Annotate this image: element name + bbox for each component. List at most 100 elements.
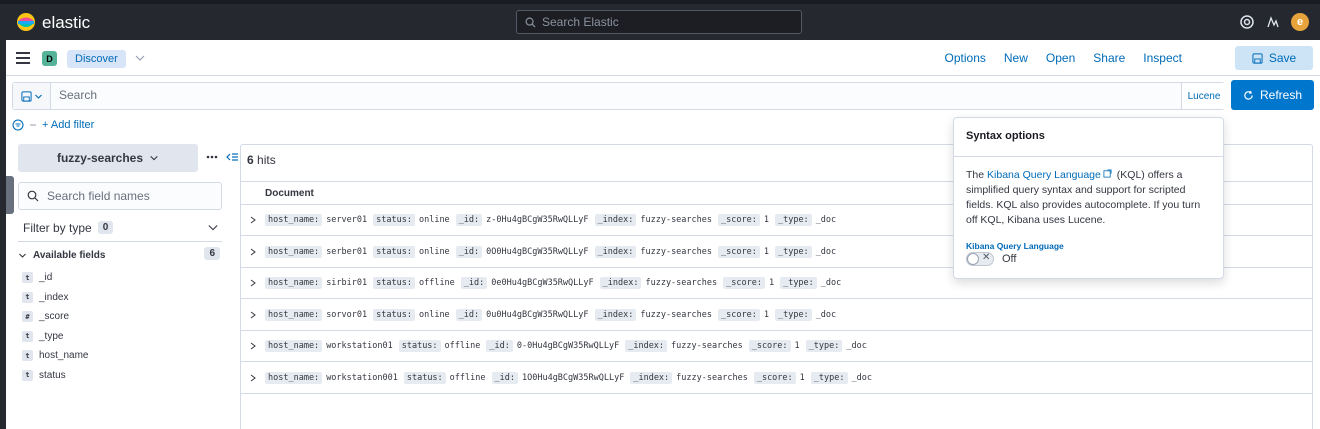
field-key: _id: xyxy=(455,308,483,321)
field-key: host_name: xyxy=(265,340,323,352)
saved-query-button[interactable] xyxy=(13,83,51,109)
expand-row-button[interactable] xyxy=(241,311,265,319)
hits-counter: 6 hits xyxy=(247,153,276,167)
field-key: _type: xyxy=(805,340,843,352)
more-options-icon[interactable] xyxy=(206,154,218,160)
field-key: status: xyxy=(373,245,415,258)
nav-inspect[interactable]: Inspect xyxy=(1143,51,1182,65)
query-input[interactable] xyxy=(59,88,1159,102)
field-key: _id: xyxy=(486,340,513,352)
kql-toggle-label: Kibana Query Language xyxy=(966,241,1064,251)
column-header-document: Document xyxy=(265,188,314,199)
field-value: offline xyxy=(444,341,481,351)
field-item[interactable]: # _score xyxy=(22,307,222,327)
add-filter-button[interactable]: + Add filter xyxy=(42,119,94,131)
global-search[interactable] xyxy=(516,10,802,34)
document-fields: host_name: workstation01 status: offline _id… xyxy=(265,340,873,352)
kql-toggle-state: Off xyxy=(1002,253,1017,265)
chevron-down-icon xyxy=(34,94,42,99)
help-icon[interactable] xyxy=(1239,14,1255,30)
field-item[interactable]: t _index xyxy=(22,288,222,308)
field-search-input[interactable] xyxy=(47,189,207,203)
field-item[interactable]: t _type xyxy=(22,327,222,347)
field-item[interactable]: t status xyxy=(22,366,222,386)
field-key: _index: xyxy=(594,245,637,258)
string-type-icon: t xyxy=(22,272,33,284)
expand-row-button[interactable] xyxy=(241,342,265,350)
filter-by-type-button[interactable]: Filter by type 0 xyxy=(18,214,222,242)
field-item[interactable]: t host_name xyxy=(22,346,222,366)
external-link-icon[interactable] xyxy=(1103,169,1112,178)
field-list: t _id t _index # _score t _type t host_name t… xyxy=(22,268,222,385)
field-value: 1 xyxy=(799,372,805,383)
expand-row-button[interactable] xyxy=(241,279,265,287)
global-search-input[interactable] xyxy=(542,15,782,29)
query-language-button[interactable]: Lucene xyxy=(1181,83,1226,109)
available-fields-toggle[interactable]: Available fields 6 xyxy=(18,247,222,263)
string-type-icon: t xyxy=(22,369,33,381)
string-type-icon: t xyxy=(22,330,33,342)
chevron-right-icon xyxy=(250,311,256,318)
space-avatar[interactable]: D xyxy=(42,51,57,66)
expand-row-button[interactable] xyxy=(241,248,265,256)
syntax-options-popover: Syntax options The Kibana Query Language… xyxy=(953,117,1224,279)
field-value: _doc xyxy=(815,309,837,320)
field-value: fuzzy-searches xyxy=(671,341,743,351)
field-name: status xyxy=(39,369,66,381)
chevron-right-icon xyxy=(250,248,256,255)
hits-label: hits xyxy=(257,153,276,167)
elastic-logo-icon[interactable] xyxy=(16,12,36,32)
field-search[interactable] xyxy=(18,182,222,210)
field-value: workstation001 xyxy=(326,372,398,383)
nav-share[interactable]: Share xyxy=(1093,51,1125,65)
number-type-icon: # xyxy=(22,311,33,323)
index-pattern-selector[interactable]: fuzzy-searches xyxy=(18,144,198,172)
newsfeed-icon[interactable] xyxy=(1265,14,1281,30)
save-icon xyxy=(1252,52,1263,64)
field-key: host_name: xyxy=(265,277,323,289)
collapse-sidebar-icon[interactable] xyxy=(226,152,238,162)
document-fields: host_name: workstation001 status: offline _i… xyxy=(265,371,878,384)
filter-options-icon[interactable] xyxy=(12,119,24,131)
field-name: _score xyxy=(39,311,70,323)
menu-toggle-icon[interactable] xyxy=(16,52,30,64)
table-row[interactable]: host_name: sorvor01 status: online _id: 0u0Hu… xyxy=(241,300,1312,331)
field-value: fuzzy-searches xyxy=(640,246,713,257)
expand-row-button[interactable] xyxy=(241,216,265,224)
kql-docs-link[interactable]: Kibana Query Language xyxy=(987,169,1101,181)
separator-icon xyxy=(30,124,36,126)
popover-body-pre: The xyxy=(966,169,988,181)
chevron-down-icon[interactable] xyxy=(134,52,146,64)
brand-name[interactable]: elastic xyxy=(42,13,90,33)
field-key: _id: xyxy=(455,245,483,258)
field-key: _id: xyxy=(455,214,483,226)
chevron-right-icon xyxy=(250,216,256,224)
sidebar-resize-handle[interactable] xyxy=(6,176,14,214)
field-name: _index xyxy=(39,291,69,303)
nav-open[interactable]: Open xyxy=(1046,51,1075,65)
field-key: _type: xyxy=(810,371,848,384)
refresh-button[interactable]: Refresh xyxy=(1231,80,1314,110)
table-row[interactable]: host_name: workstation001 status: offline _i… xyxy=(241,363,1312,394)
nav-options[interactable]: Options xyxy=(945,51,986,65)
field-key: _score: xyxy=(718,214,760,226)
table-row[interactable]: host_name: workstation01 status: offline _id… xyxy=(241,331,1312,362)
nav-new[interactable]: New xyxy=(1004,51,1028,65)
save-button[interactable]: Save xyxy=(1235,46,1313,70)
kibana-app: elastic e D Discover Options New Open Sh… xyxy=(6,4,1320,429)
breadcrumb-discover[interactable]: Discover xyxy=(67,50,126,68)
field-key: _index: xyxy=(630,371,673,384)
expand-row-button[interactable] xyxy=(241,374,265,382)
field-value: _doc xyxy=(846,341,867,351)
chevron-down-icon xyxy=(208,225,218,231)
refresh-label: Refresh xyxy=(1259,88,1303,102)
field-key: _id: xyxy=(460,277,488,289)
field-item[interactable]: t _id xyxy=(22,268,222,288)
kql-toggle-switch[interactable]: ✕ xyxy=(966,252,994,266)
index-pattern-name: fuzzy-searches xyxy=(56,151,144,165)
field-value: 1 xyxy=(763,246,769,257)
saved-query-icon xyxy=(20,90,32,102)
query-bar: Lucene xyxy=(12,82,1226,110)
user-avatar[interactable]: e xyxy=(1291,13,1309,31)
field-value: z-0Hu4gBCgW35RwQLLyF xyxy=(486,215,589,225)
